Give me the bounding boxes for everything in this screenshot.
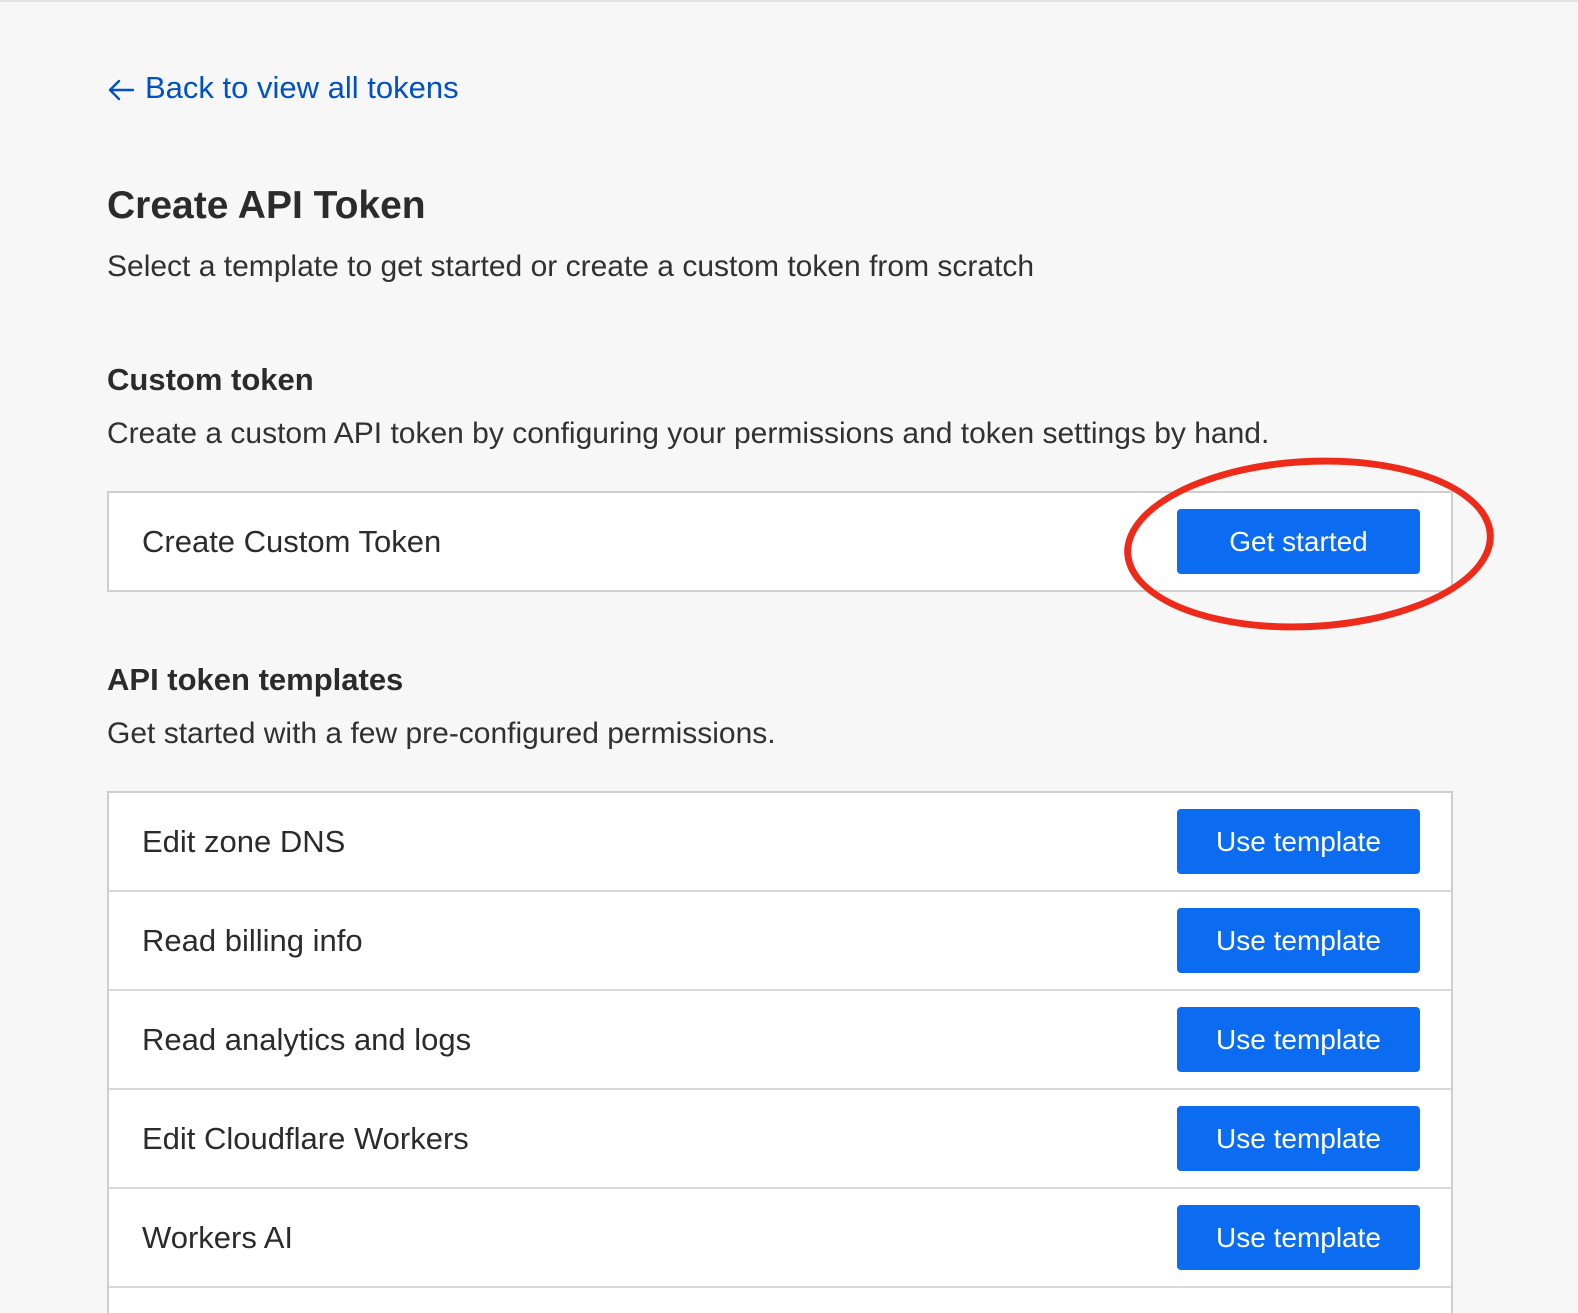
template-row-read-billing-info: Read billing info Use template — [109, 892, 1451, 991]
arrow-left-icon — [108, 79, 135, 101]
page-title: Create API Token — [107, 184, 426, 227]
use-template-button[interactable]: Use template — [1177, 1007, 1420, 1072]
template-label: Read billing info — [142, 922, 363, 958]
custom-token-row: Create Custom Token Get started — [109, 493, 1451, 590]
template-label: Edit Cloudflare Workers — [142, 1120, 469, 1156]
use-template-button[interactable]: Use template — [1177, 809, 1420, 874]
top-divider — [0, 0, 1578, 2]
back-link-label: Back to view all tokens — [145, 70, 459, 105]
template-label: Edit zone DNS — [142, 823, 346, 859]
page-subtitle: Select a template to get started or crea… — [107, 250, 1035, 283]
use-template-button[interactable]: Use template — [1177, 1106, 1420, 1171]
template-label: Read analytics and logs — [142, 1021, 472, 1057]
template-row-edit-cloudflare-workers: Edit Cloudflare Workers Use template — [109, 1090, 1451, 1189]
get-started-button[interactable]: Get started — [1177, 509, 1420, 574]
custom-token-card: Create Custom Token Get started — [107, 491, 1453, 592]
templates-description: Get started with a few pre-configured pe… — [107, 717, 776, 750]
custom-token-description: Create a custom API token by configuring… — [107, 417, 1270, 450]
back-to-tokens-link[interactable]: Back to view all tokens — [107, 70, 459, 106]
templates-heading: API token templates — [107, 662, 404, 697]
custom-token-heading: Custom token — [107, 362, 314, 397]
template-label: Workers AI — [142, 1219, 294, 1255]
templates-list: Edit zone DNS Use template Read billing … — [107, 791, 1453, 1313]
template-row-edit-zone-dns: Edit zone DNS Use template — [109, 793, 1451, 892]
use-template-button[interactable]: Use template — [1177, 1205, 1420, 1270]
use-template-button[interactable]: Use template — [1177, 908, 1420, 973]
template-row-workers-ai: Workers AI Use template — [109, 1189, 1451, 1288]
custom-token-label: Create Custom Token — [142, 523, 442, 559]
template-row-read-analytics-and-logs: Read analytics and logs Use template — [109, 991, 1451, 1090]
